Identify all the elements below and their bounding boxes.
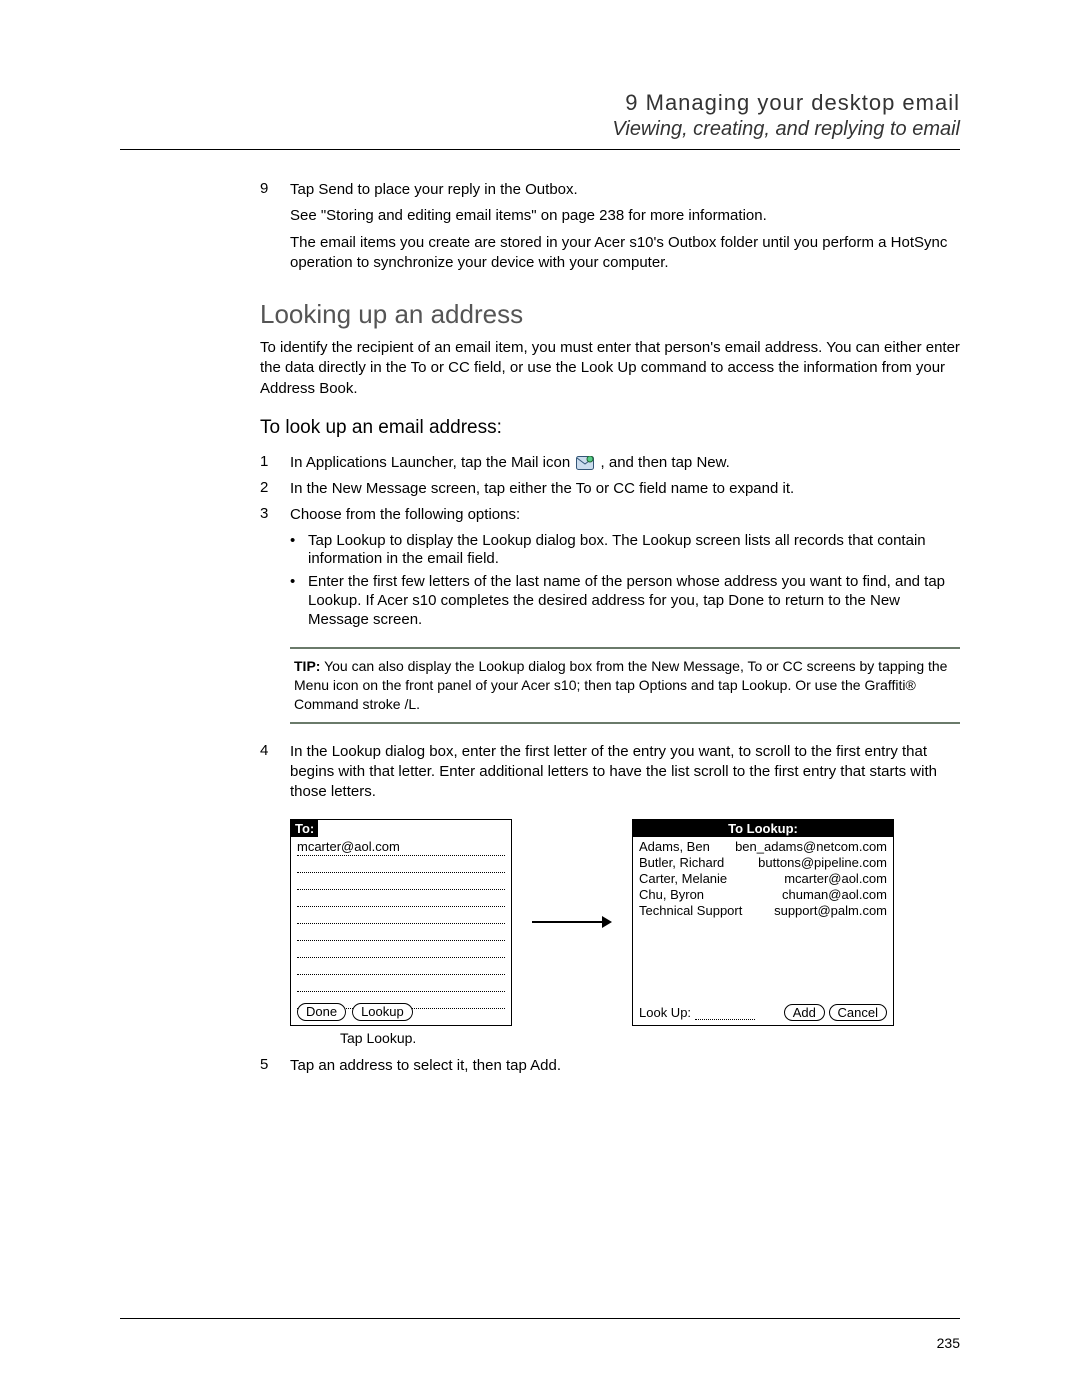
section-heading: Looking up an address — [260, 299, 960, 330]
lookup-name: Carter, Melanie — [639, 871, 727, 887]
step-2: 2 In the New Message screen, tap either … — [260, 479, 960, 499]
lookup-name: Chu, Byron — [639, 887, 704, 903]
lookup-row[interactable]: Technical Support support@palm.com — [639, 903, 887, 919]
step-5: 5 Tap an address to select it, then tap … — [260, 1056, 960, 1076]
tip-text: You can also display the Lookup dialog b… — [294, 658, 947, 712]
outbox-note: The email items you create are stored in… — [290, 233, 960, 274]
lookup-label-text: Look Up: — [639, 1005, 691, 1020]
lookup-email: mcarter@aol.com — [784, 871, 887, 887]
to-field-area: mcarter@aol.com — [291, 837, 511, 1009]
to-field-line[interactable] — [297, 890, 505, 907]
lookup-email: ben_adams@netcom.com — [735, 839, 887, 855]
step-3: 3 Choose from the following options: — [260, 505, 960, 525]
lookup-screen-header: To Lookup: — [633, 820, 893, 837]
bullet-text: Enter the first few letters of the last … — [308, 573, 960, 629]
page-content: 9 Tap Send to place your reply in the Ou… — [260, 180, 960, 1076]
step-1: 1 In Applications Launcher, tap the Mail… — [260, 453, 960, 473]
lookup-row[interactable]: Chu, Byron chuman@aol.com — [639, 887, 887, 903]
to-screen: To: mcarter@aol.com Done Lookup — [290, 819, 512, 1026]
lookup-bottom-bar: Look Up: Add Cancel — [639, 1005, 887, 1021]
to-field-line[interactable] — [297, 924, 505, 941]
lookup-email: support@palm.com — [774, 903, 887, 919]
step-number: 1 — [260, 453, 290, 473]
bullet-text: Tap Lookup to display the Lookup dialog … — [308, 532, 960, 570]
header-rule — [120, 149, 960, 150]
lookup-email: buttons@pipeline.com — [758, 855, 887, 871]
step-number: 4 — [260, 742, 290, 803]
to-screen-buttons: Done Lookup — [297, 1003, 413, 1021]
to-field-line[interactable] — [297, 856, 505, 873]
tip-box: TIP: You can also display the Lookup dia… — [290, 647, 960, 724]
step-1-text-a: In Applications Launcher, tap the Mail i… — [290, 454, 574, 471]
page-header: 9 Managing your desktop email Viewing, c… — [120, 90, 960, 141]
lookup-input[interactable] — [695, 1005, 755, 1020]
bullet-1: • Tap Lookup to display the Lookup dialo… — [290, 532, 960, 570]
to-field-line[interactable] — [297, 958, 505, 975]
manual-page: 9 Managing your desktop email Viewing, c… — [0, 0, 1080, 1397]
bullet-marker: • — [290, 573, 308, 629]
step-text: Tap Send to place your reply in the Outb… — [290, 180, 960, 200]
bullet-marker: • — [290, 532, 308, 570]
step-text: In the Lookup dialog box, enter the firs… — [290, 742, 960, 803]
to-field-line[interactable] — [297, 873, 505, 890]
lookup-row[interactable]: Adams, Ben ben_adams@netcom.com — [639, 839, 887, 855]
lookup-email: chuman@aol.com — [782, 887, 887, 903]
lookup-screen: To Lookup: Adams, Ben ben_adams@netcom.co… — [632, 819, 894, 1026]
lookup-button[interactable]: Lookup — [352, 1003, 413, 1021]
procedure-heading: To look up an email address: — [260, 417, 960, 439]
step-text: Choose from the following options: — [290, 505, 960, 525]
figure-row: To: mcarter@aol.com Done Lookup — [290, 819, 960, 1026]
done-button[interactable]: Done — [297, 1003, 346, 1021]
tip-label: TIP: — [294, 658, 320, 674]
step-text: In Applications Launcher, tap the Mail i… — [290, 453, 960, 473]
page-number: 235 — [937, 1335, 960, 1351]
lookup-label: Look Up: — [639, 1005, 755, 1020]
lookup-name: Butler, Richard — [639, 855, 724, 871]
arrow-icon — [532, 912, 612, 932]
lookup-row[interactable]: Carter, Melanie mcarter@aol.com — [639, 871, 887, 887]
bullet-2: • Enter the first few letters of the las… — [290, 573, 960, 629]
to-field-line[interactable]: mcarter@aol.com — [297, 839, 505, 856]
chapter-title: 9 Managing your desktop email — [120, 90, 960, 116]
chapter-subtitle: Viewing, creating, and replying to email — [120, 118, 960, 141]
figure-caption: Tap Lookup. — [340, 1030, 960, 1046]
mail-icon — [576, 456, 594, 470]
lookup-list: Adams, Ben ben_adams@netcom.com Butler, R… — [633, 837, 893, 921]
lookup-buttons: Add Cancel — [784, 1005, 887, 1021]
step-number: 3 — [260, 505, 290, 525]
to-field-line[interactable] — [297, 975, 505, 992]
step-number: 2 — [260, 479, 290, 499]
lookup-name: Technical Support — [639, 903, 742, 919]
to-field-line[interactable] — [297, 907, 505, 924]
cancel-button[interactable]: Cancel — [829, 1004, 887, 1021]
step-number: 9 — [260, 180, 290, 200]
step-text: In the New Message screen, tap either th… — [290, 479, 960, 499]
step-4: 4 In the Lookup dialog box, enter the fi… — [260, 742, 960, 803]
step-number: 5 — [260, 1056, 290, 1076]
step-text: Tap an address to select it, then tap Ad… — [290, 1056, 960, 1076]
step-1-text-b: , and then tap New. — [601, 454, 730, 471]
section-intro: To identify the recipient of an email it… — [260, 338, 960, 399]
step-9: 9 Tap Send to place your reply in the Ou… — [260, 180, 960, 200]
to-screen-header: To: — [291, 820, 318, 837]
lookup-name: Adams, Ben — [639, 839, 710, 855]
to-field-line[interactable] — [297, 941, 505, 958]
footer-rule — [120, 1318, 960, 1319]
add-button[interactable]: Add — [784, 1004, 825, 1021]
lookup-row[interactable]: Butler, Richard buttons@pipeline.com — [639, 855, 887, 871]
cross-ref: See "Storing and editing email items" on… — [290, 206, 960, 226]
